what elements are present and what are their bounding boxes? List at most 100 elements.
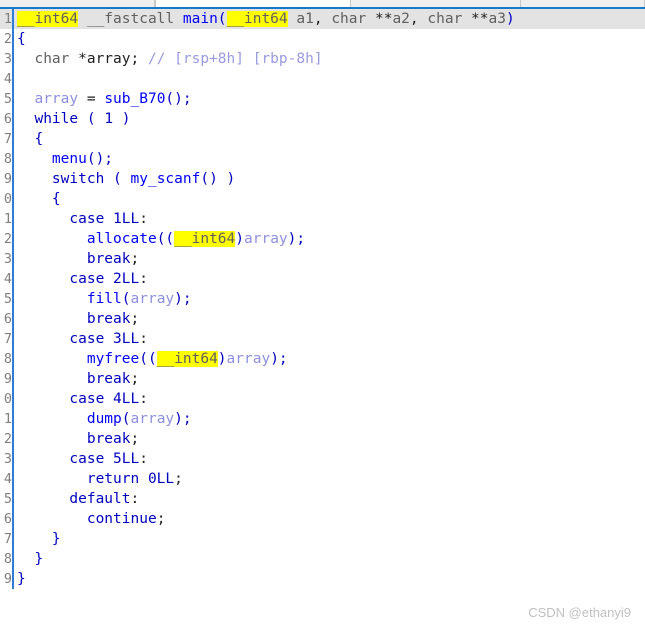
code-text[interactable]: dump(array); (14, 409, 645, 429)
code-line[interactable]: 1 __int64 __fastcall main(__int64 a1, cha… (0, 9, 645, 29)
code-line[interactable]: 0 case 4LL: (0, 389, 645, 409)
code-line[interactable]: 9} (0, 569, 645, 589)
code-token: ; (130, 371, 140, 387)
code-text[interactable]: { (14, 29, 645, 49)
code-line[interactable]: 9 switch ( my_scanf() ) (0, 169, 645, 189)
code-token: , (313, 11, 332, 27)
code-token: break (17, 251, 131, 267)
code-token: } (17, 571, 26, 587)
code-line[interactable]: 5 fill(array); (0, 289, 645, 309)
code-text[interactable]: } (14, 549, 645, 569)
code-text[interactable] (14, 69, 645, 89)
code-token: char (17, 51, 79, 67)
code-line[interactable]: 4 (0, 69, 645, 89)
code-token: 1LL (113, 211, 140, 227)
code-token: array (86, 51, 131, 67)
code-line[interactable]: 3 case 5LL: (0, 449, 645, 469)
code-text[interactable]: case 4LL: (14, 389, 645, 409)
code-line[interactable]: 6 break; (0, 309, 645, 329)
code-token: ); (270, 351, 288, 367)
code-line[interactable]: 5 array = sub_B70(); (0, 89, 645, 109)
code-token: return (17, 471, 148, 487)
code-text[interactable]: fill(array); (14, 289, 645, 309)
code-token: switch (17, 171, 114, 187)
code-text[interactable]: myfree((__int64)array); (14, 349, 645, 369)
code-token: case (17, 331, 114, 347)
code-token: } (17, 551, 44, 567)
code-text[interactable]: array = sub_B70(); (14, 89, 645, 109)
code-text[interactable]: __int64 __fastcall main(__int64 a1, char… (14, 9, 645, 29)
line-number: 8 (3, 151, 12, 167)
code-line[interactable]: 5 default: (0, 489, 645, 509)
code-token: default (17, 491, 131, 507)
code-text[interactable]: { (14, 129, 645, 149)
line-number: 7 (3, 331, 12, 347)
code-text[interactable]: } (14, 569, 645, 589)
code-text[interactable]: break; (14, 429, 645, 449)
code-line[interactable]: 2 allocate((__int64)array); (0, 229, 645, 249)
code-text[interactable]: case 5LL: (14, 449, 645, 469)
code-token: a1 (287, 11, 314, 27)
code-line[interactable]: 8 myfree((__int64)array); (0, 349, 645, 369)
code-token: ; (130, 431, 140, 447)
code-text[interactable]: allocate((__int64)array); (14, 229, 645, 249)
code-line[interactable]: 3 char *array; // [rsp+8h] [rbp-8h] (0, 49, 645, 69)
code-line[interactable]: 0 { (0, 189, 645, 209)
line-number: 2 (3, 431, 12, 447)
code-token: { (17, 131, 44, 147)
code-token: myfree (17, 351, 140, 367)
tab-right-partial-1[interactable] (351, 0, 521, 7)
code-line[interactable]: 2 break; (0, 429, 645, 449)
code-token: ) (217, 351, 227, 367)
tab-right-partial-2[interactable] (521, 0, 645, 7)
code-token: : (130, 491, 140, 507)
line-number: 1 (3, 211, 12, 227)
code-token: 3LL (113, 331, 140, 347)
code-token: menu (17, 151, 87, 167)
code-line[interactable]: 8 menu(); (0, 149, 645, 169)
code-line[interactable]: 7 case 3LL: (0, 329, 645, 349)
code-text[interactable]: default: (14, 489, 645, 509)
code-line[interactable]: 8 } (0, 549, 645, 569)
code-token: : (139, 451, 148, 467)
code-text[interactable]: while ( 1 ) (14, 109, 645, 129)
tab-pseudocode-main[interactable] (155, 0, 351, 7)
code-text[interactable]: case 1LL: (14, 209, 645, 229)
tab-left-partial[interactable] (0, 0, 155, 7)
code-text[interactable]: { (14, 189, 645, 209)
code-text[interactable]: } (14, 529, 645, 549)
code-text[interactable]: continue; (14, 509, 645, 529)
code-token: : (139, 331, 148, 347)
code-line[interactable]: 2{ (0, 29, 645, 49)
code-text[interactable]: case 3LL: (14, 329, 645, 349)
code-token: 5LL (113, 451, 140, 467)
line-number: 4 (3, 271, 12, 287)
code-token: case (17, 271, 114, 287)
code-token: ) (113, 111, 131, 127)
code-text[interactable]: case 2LL: (14, 269, 645, 289)
code-line[interactable]: 7 { (0, 129, 645, 149)
code-text[interactable]: break; (14, 309, 645, 329)
code-text[interactable]: menu(); (14, 149, 645, 169)
code-line[interactable]: 6 continue; (0, 509, 645, 529)
pseudocode-editor[interactable]: 1 __int64 __fastcall main(__int64 a1, cha… (0, 9, 645, 629)
code-line[interactable]: 4 case 2LL: (0, 269, 645, 289)
code-text[interactable]: switch ( my_scanf() ) (14, 169, 645, 189)
code-text[interactable]: break; (14, 369, 645, 389)
code-line[interactable]: 1 case 1LL: (0, 209, 645, 229)
code-line[interactable]: 4 return 0LL; (0, 469, 645, 489)
code-line[interactable]: 9 break; (0, 369, 645, 389)
code-token: break (17, 431, 131, 447)
code-text[interactable]: return 0LL; (14, 469, 645, 489)
line-number: 4 (3, 71, 12, 87)
code-text[interactable]: char *array; // [rsp+8h] [rbp-8h] (14, 49, 645, 69)
code-line[interactable]: 7 } (0, 529, 645, 549)
line-number: 1 (3, 11, 12, 27)
line-number: 1 (3, 411, 12, 427)
code-token: // [rsp+8h] [rbp-8h] (147, 51, 323, 67)
code-text[interactable]: break; (14, 249, 645, 269)
code-line[interactable]: 1 dump(array); (0, 409, 645, 429)
code-line[interactable]: 6 while ( 1 ) (0, 109, 645, 129)
line-number: 3 (3, 51, 12, 67)
code-line[interactable]: 3 break; (0, 249, 645, 269)
